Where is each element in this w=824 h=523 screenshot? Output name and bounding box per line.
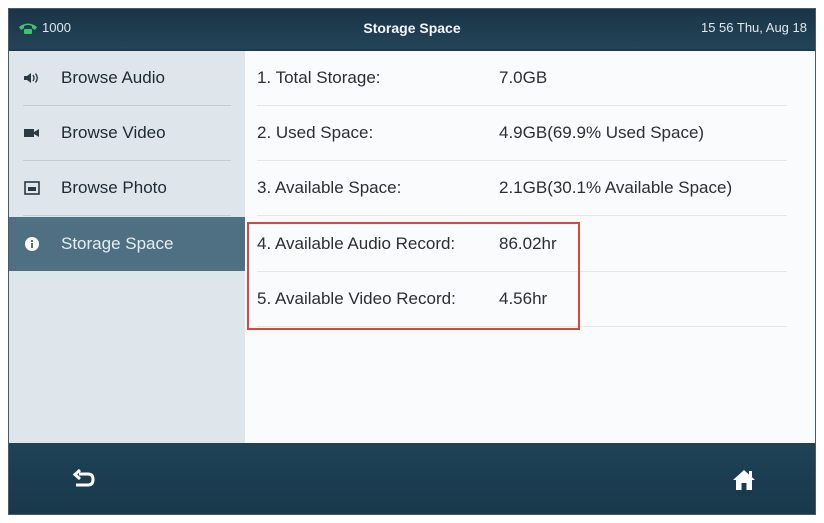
content-area: Browse Audio Browse Video Browse Photo S… — [9, 51, 815, 443]
sidebar-item-storage-space[interactable]: Storage Space — [9, 217, 245, 271]
sidebar-item-browse-audio[interactable]: Browse Audio — [9, 51, 245, 105]
row-value: 4.56hr — [499, 289, 548, 308]
sidebar-item-label: Browse Photo — [61, 178, 167, 197]
list-item: 5. Available Video Record: 4.56hr — [257, 272, 787, 327]
row-value: 86.02hr — [499, 234, 557, 253]
home-icon[interactable] — [731, 467, 757, 493]
list-item: 4. Available Audio Record: 86.02hr — [257, 217, 787, 272]
storage-details: 1. Total Storage: 7.0GB 2. Used Space: 4… — [245, 51, 815, 443]
row-value: 2.1GB(30.1% Available Space) — [499, 178, 733, 197]
row-label: 1. Total Storage: — [257, 68, 381, 87]
list-item: 1. Total Storage: 7.0GB — [257, 51, 787, 106]
row-label: 5. Available Video Record: — [257, 289, 456, 308]
row-label: 3. Available Space: — [257, 178, 402, 197]
divider — [23, 215, 231, 216]
list-item: 3. Available Space: 2.1GB(30.1% Availabl… — [257, 161, 787, 216]
status-bar: 1000 Storage Space 15 56 Thu, Aug 18 — [9, 9, 815, 49]
back-arrow-icon[interactable] — [71, 467, 97, 493]
sidebar-item-browse-photo[interactable]: Browse Photo — [9, 161, 245, 215]
sidebar-item-browse-video[interactable]: Browse Video — [9, 106, 245, 160]
page-title: Storage Space — [363, 20, 461, 36]
softkey-bar — [9, 443, 815, 514]
speaker-icon — [23, 69, 41, 87]
phone-screen: 1000 Storage Space 15 56 Thu, Aug 18 Bro… — [8, 8, 816, 515]
sidebar-item-label: Browse Audio — [61, 68, 165, 87]
sidebar-item-label: Storage Space — [61, 234, 174, 253]
sidebar-item-label: Browse Video — [61, 123, 166, 142]
video-camera-icon — [23, 124, 41, 142]
row-value: 7.0GB — [499, 68, 548, 87]
row-value: 4.9GB(69.9% Used Space) — [499, 123, 705, 142]
info-icon — [23, 235, 41, 253]
clock: 15 56 Thu, Aug 18 — [700, 20, 807, 35]
row-label: 4. Available Audio Record: — [257, 234, 456, 253]
row-label: 2. Used Space: — [257, 123, 374, 142]
sidebar: Browse Audio Browse Video Browse Photo S… — [9, 51, 245, 443]
list-item: 2. Used Space: 4.9GB(69.9% Used Space) — [257, 106, 787, 161]
photo-icon — [23, 179, 41, 197]
